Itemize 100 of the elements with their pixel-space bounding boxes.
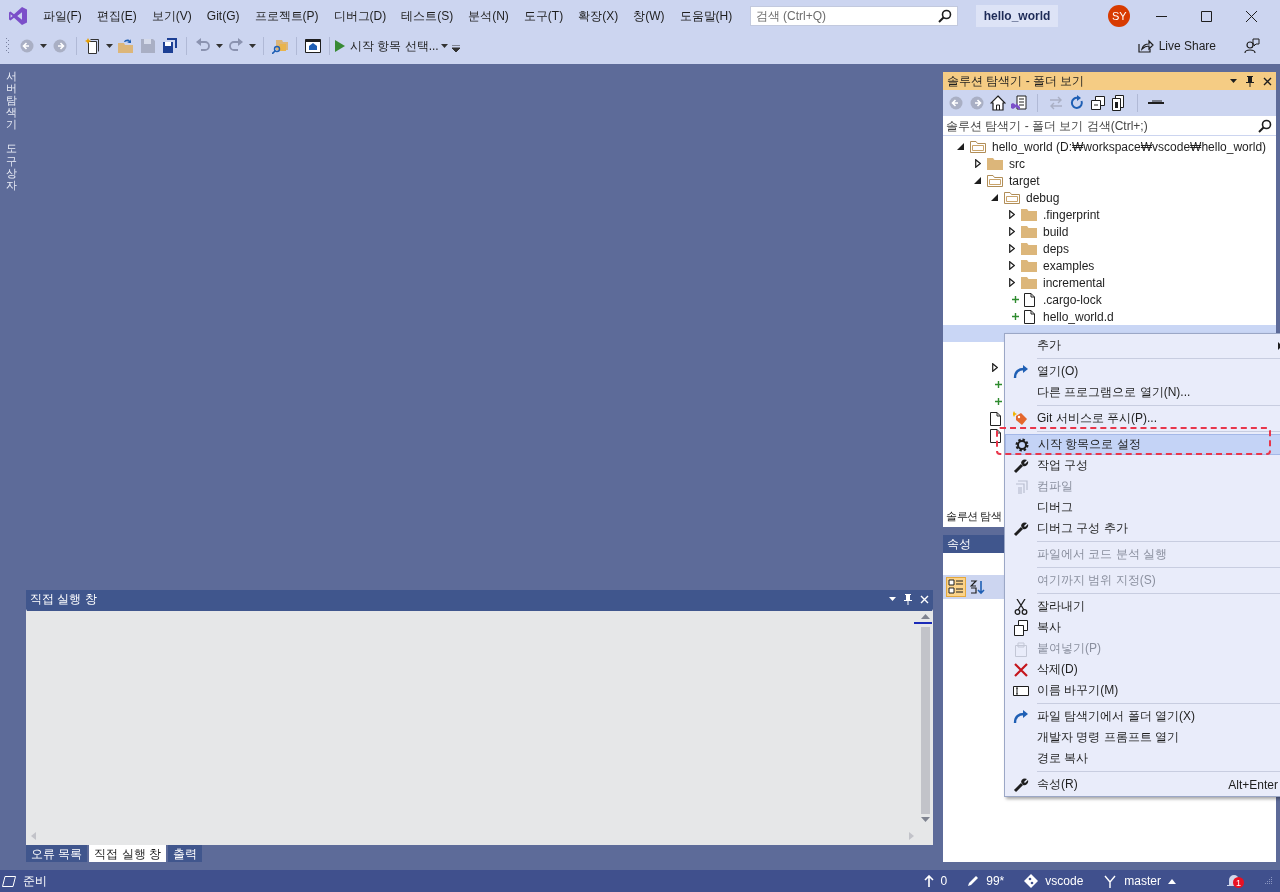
tree-item-label[interactable]: hello_world.d <box>1043 309 1114 324</box>
menu-item[interactable]: 잘라내기 <box>1005 596 1280 617</box>
menu-item[interactable]: 삭제(D) <box>1005 659 1280 680</box>
live-share-button[interactable]: Live Share <box>1137 39 1216 53</box>
tree-item-label[interactable]: incremental <box>1043 275 1106 290</box>
dropdown-icon[interactable] <box>40 43 47 49</box>
menu-item[interactable]: 다른 프로그램으로 열기(N)... <box>1005 382 1280 403</box>
scroll-down-icon[interactable] <box>920 817 930 822</box>
solution-switch-icon[interactable] <box>1011 95 1027 111</box>
pin-icon[interactable] <box>1246 75 1254 87</box>
collapse-all-icon[interactable] <box>1090 95 1106 111</box>
tree-item-label[interactable]: deps <box>1043 241 1070 256</box>
menu-item[interactable]: 디버그 구성 추가 <box>1005 518 1280 539</box>
wrench-icon <box>1013 776 1029 793</box>
home-icon[interactable] <box>990 95 1006 111</box>
show-all-files-icon[interactable] <box>1111 95 1127 111</box>
menu-item[interactable]: 디버그 <box>1005 497 1280 518</box>
feedback-icon[interactable] <box>1244 38 1260 54</box>
find-in-files-icon[interactable] <box>272 38 288 54</box>
menu-item[interactable]: 도구(T) <box>516 7 571 25</box>
close-icon[interactable] <box>1263 76 1272 86</box>
menu-item[interactable]: 추가 <box>1005 335 1280 356</box>
repository-name[interactable]: vscode <box>1024 874 1084 888</box>
menu-item[interactable]: 경로 복사 <box>1005 748 1280 769</box>
menu-item[interactable]: 보기(V) <box>144 7 200 25</box>
tree-item-label[interactable]: debug <box>1026 190 1060 205</box>
dropdown-icon[interactable] <box>249 43 256 49</box>
collapsed-arrow-icon[interactable] <box>1008 227 1015 236</box>
collapsed-arrow-icon[interactable] <box>1008 210 1015 219</box>
dropdown-icon[interactable] <box>1230 78 1237 84</box>
dropdown-icon[interactable] <box>216 43 223 49</box>
menu-item[interactable]: 파일 탐색기에서 폴더 열기(X) <box>1005 706 1280 727</box>
menu-item[interactable]: 테스트(S) <box>393 7 461 25</box>
menu-item[interactable]: 열기(O) <box>1005 361 1280 382</box>
tree-item-label[interactable]: src <box>1009 156 1025 171</box>
overflow-icon[interactable] <box>451 45 460 53</box>
start-button[interactable]: 시작 항목 선택... <box>335 37 439 55</box>
collapsed-arrow-icon[interactable] <box>1008 244 1015 253</box>
menu-item[interactable]: 분석(N) <box>460 7 517 25</box>
tree-item-label[interactable]: hello_world (D:₩workspace₩vscode₩hello_world) <box>992 139 1267 154</box>
status-message[interactable]: 준비 <box>2 872 47 890</box>
account-avatar[interactable]: SY <box>1108 5 1131 27</box>
pending-changes[interactable]: 99* <box>967 874 1005 888</box>
search-field[interactable]: 검색 (Ctrl+Q) <box>749 6 958 26</box>
collapsed-arrow-icon[interactable] <box>991 363 998 372</box>
new-project-icon[interactable] <box>85 38 101 54</box>
search-icon <box>1258 119 1272 133</box>
arrow-up-icon <box>923 875 934 887</box>
menu-item[interactable]: 작업 구성 <box>1005 455 1280 476</box>
menu-item[interactable]: Git 서비스로 푸시(P)... <box>1005 408 1280 429</box>
menu-item[interactable]: 편집(E) <box>89 7 145 25</box>
menu-item[interactable]: 파일(F) <box>35 7 90 25</box>
tree-item-label[interactable]: .fingerprint <box>1043 207 1100 222</box>
dropdown-icon[interactable] <box>440 43 448 49</box>
folder-icon <box>1021 276 1037 289</box>
menu-item[interactable]: 디버그(D) <box>326 7 394 25</box>
panel-tab[interactable]: 오류 목록 <box>26 845 88 862</box>
expanded-arrow-icon[interactable] <box>957 143 964 150</box>
browser-icon[interactable] <box>305 38 321 54</box>
menu-item[interactable]: 창(W) <box>625 7 672 25</box>
scrollbar-thumb[interactable] <box>920 627 930 814</box>
delete-icon <box>1014 662 1028 677</box>
save-all-icon[interactable] <box>162 38 178 54</box>
close-icon[interactable] <box>1246 10 1258 22</box>
alphabetical-icon[interactable] <box>970 579 986 595</box>
open-folder-icon[interactable] <box>118 38 134 54</box>
scissors-icon <box>1014 598 1028 615</box>
pin-icon[interactable] <box>904 594 912 605</box>
categorized-icon[interactable] <box>948 579 964 595</box>
refresh-icon[interactable] <box>1069 95 1085 111</box>
menu-item[interactable]: 개발자 명령 프롬프트 열기 <box>1005 727 1280 748</box>
menu-item[interactable]: 도움말(H) <box>672 7 740 25</box>
panel-tab[interactable]: 출력 <box>168 845 202 862</box>
menu-item[interactable]: 시작 항목으로 설정 <box>1005 434 1280 455</box>
side-tab[interactable]: 도구 상자 <box>5 142 17 191</box>
push-count[interactable]: 0 <box>923 874 948 888</box>
maximize-icon[interactable] <box>1201 10 1213 22</box>
side-tab[interactable]: 서버 탐색기 <box>5 70 17 131</box>
dropdown-icon[interactable] <box>889 597 896 602</box>
branch-name[interactable]: master <box>1103 874 1176 888</box>
tree-item-label[interactable]: .cargo-lock <box>1043 292 1102 307</box>
menu-item[interactable]: 이름 바꾸기(M) <box>1005 680 1280 701</box>
collapsed-arrow-icon[interactable] <box>974 159 981 168</box>
cursor-line <box>914 622 932 624</box>
collapsed-arrow-icon[interactable] <box>1008 261 1015 270</box>
menu-item[interactable]: 복사 <box>1005 617 1280 638</box>
expanded-arrow-icon[interactable] <box>974 177 981 184</box>
menu-item[interactable]: 속성(R) Alt+Enter <box>1005 774 1280 795</box>
tree-item-label[interactable]: build <box>1043 224 1069 239</box>
expanded-arrow-icon[interactable] <box>991 194 998 201</box>
collapsed-arrow-icon[interactable] <box>1008 278 1015 287</box>
panel-tab[interactable]: 직접 실행 창 <box>89 845 166 862</box>
tree-item-label[interactable]: target <box>1009 173 1040 188</box>
scroll-up-icon[interactable] <box>920 614 930 619</box>
notification-bell[interactable]: 1 <box>1226 873 1242 889</box>
tree-item-label[interactable]: examples <box>1043 258 1095 273</box>
dropdown-icon[interactable] <box>106 43 113 49</box>
menu-item[interactable]: Git(G) <box>199 9 247 23</box>
menu-item[interactable]: 확장(X) <box>570 7 626 25</box>
menu-item[interactable]: 프로젝트(P) <box>247 7 326 25</box>
